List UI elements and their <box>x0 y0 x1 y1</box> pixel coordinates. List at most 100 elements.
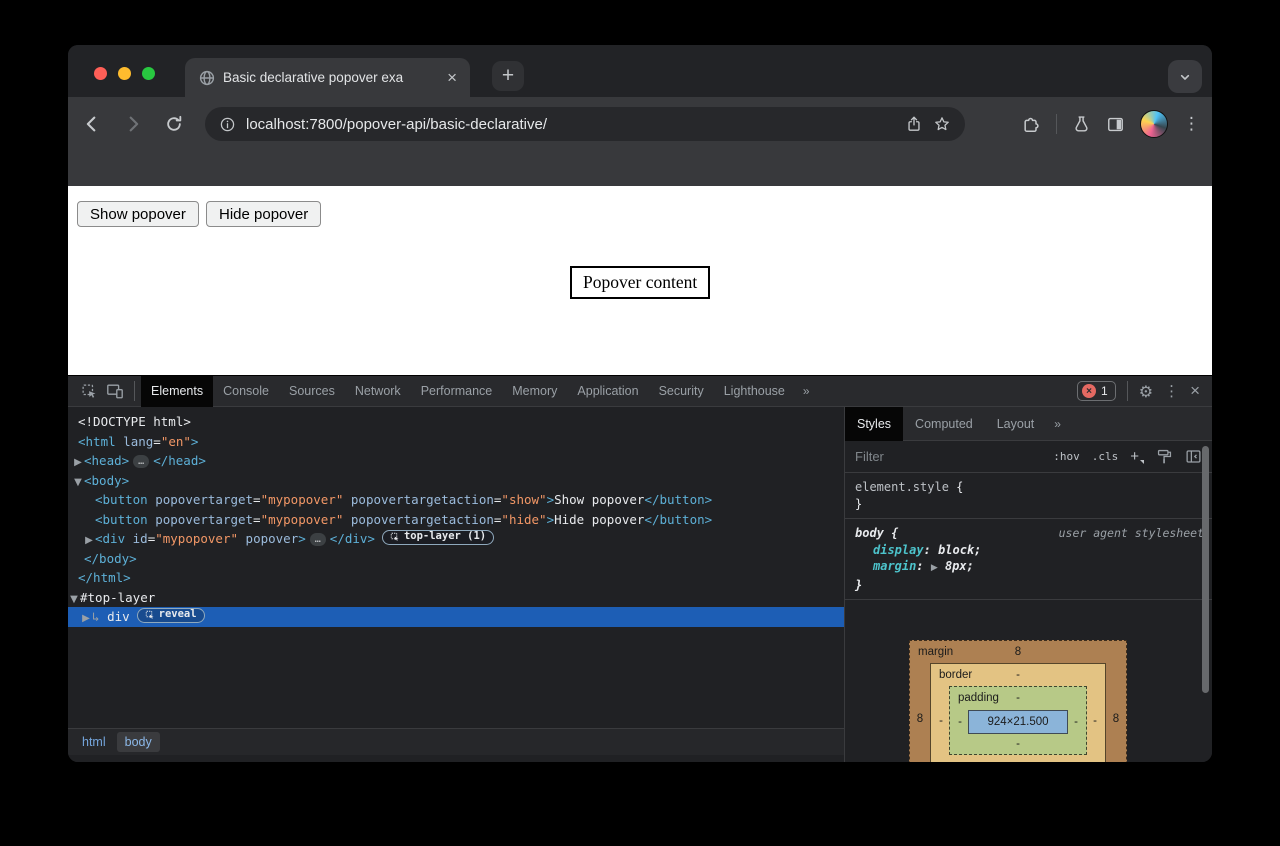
maximize-window-button[interactable] <box>142 67 155 80</box>
box-border-right-value[interactable]: - <box>1087 715 1103 727</box>
box-margin[interactable]: margin 8 8 border - - <box>909 640 1127 762</box>
breadcrumb-body[interactable]: body <box>117 732 160 752</box>
dom-tree-row[interactable]: <button popovertarget="mypopover" popove… <box>68 490 844 510</box>
show-popover-button[interactable]: Show popover <box>77 201 199 227</box>
address-bar[interactable]: localhost:7800/popover-api/basic-declara… <box>205 107 965 141</box>
devtools-tab-security[interactable]: Security <box>649 376 714 407</box>
back-button[interactable] <box>78 110 106 138</box>
box-padding[interactable]: padding - - 924×21.500 - - <box>949 686 1087 755</box>
minimize-window-button[interactable] <box>118 67 131 80</box>
adorner-badge[interactable]: top-layer (1) <box>382 530 494 545</box>
styles-filter-input[interactable]: Filter <box>855 449 1041 464</box>
styles-toolbar: Filter :hov .cls + <box>845 441 1212 473</box>
breadcrumb: htmlbody <box>68 728 844 755</box>
styles-tab-styles[interactable]: Styles <box>845 407 903 441</box>
styles-more-tabs-icon[interactable]: » <box>1046 417 1069 431</box>
toggle-class-button[interactable]: .cls <box>1092 450 1119 463</box>
box-border-label: border <box>939 669 972 681</box>
devtools-tab-console[interactable]: Console <box>213 376 279 407</box>
collapse-arrow-icon[interactable]: ▼ <box>72 473 84 493</box>
profile-avatar[interactable] <box>1140 110 1168 138</box>
devtools-tab-elements[interactable]: Elements <box>141 376 213 407</box>
rendering-brush-icon[interactable] <box>1156 448 1173 465</box>
url-text[interactable]: localhost:7800/popover-api/basic-declara… <box>246 116 895 133</box>
dom-tree-row[interactable]: </body> <box>68 549 844 569</box>
browser-menu-kebab-icon[interactable]: ⋮ <box>1183 114 1200 134</box>
devtools-tab-application[interactable]: Application <box>567 376 648 407</box>
collapse-arrow-icon[interactable]: ▼ <box>68 590 80 610</box>
box-padding-bottom-value[interactable]: - <box>950 735 1086 754</box>
devtools: ElementsConsoleSourcesNetworkPerformance… <box>68 375 1212 762</box>
box-border-left-value[interactable]: - <box>933 715 949 727</box>
ellipsis-expand-icon[interactable]: … <box>310 533 326 546</box>
breadcrumb-html[interactable]: html <box>74 732 114 752</box>
styles-tab-computed[interactable]: Computed <box>903 407 985 441</box>
dom-tree-row[interactable]: ▼#top-layer <box>68 588 844 608</box>
more-tabs-icon[interactable]: » <box>795 384 818 398</box>
box-border[interactable]: border - - padding - <box>930 663 1106 762</box>
devtools-settings-gear-icon[interactable]: ⚙ <box>1139 382 1153 401</box>
tab-search-button[interactable] <box>1168 60 1202 93</box>
inspect-element-icon[interactable] <box>76 378 102 404</box>
sidebar-toggle-icon[interactable] <box>1185 448 1202 465</box>
toolbar-right-icons: ⋮ <box>1021 110 1200 138</box>
box-padding-right-value[interactable]: - <box>1068 716 1084 728</box>
error-icon: × <box>1082 384 1096 398</box>
side-panel-icon[interactable] <box>1106 115 1125 134</box>
box-margin-right-value[interactable]: 8 <box>1106 713 1126 725</box>
expand-arrow-icon[interactable]: ▶ <box>72 453 84 473</box>
css-property[interactable]: margin: ▶ 8px; <box>855 558 1204 577</box>
experiments-flask-icon[interactable] <box>1072 115 1091 134</box>
devtools-tab-sources[interactable]: Sources <box>279 376 345 407</box>
forward-button[interactable] <box>119 110 147 138</box>
site-info-icon[interactable] <box>219 116 236 133</box>
tab-close-icon[interactable]: × <box>444 69 460 86</box>
box-padding-left-value[interactable]: - <box>952 716 968 728</box>
bookmark-star-icon[interactable] <box>933 115 951 133</box>
styles-tab-layout[interactable]: Layout <box>985 407 1047 441</box>
box-model-diagram[interactable]: margin 8 8 border - - <box>909 640 1127 762</box>
toggle-pseudo-state-button[interactable]: :hov <box>1053 450 1080 463</box>
adorner-badge[interactable]: reveal <box>137 608 205 623</box>
error-badge[interactable]: × 1 <box>1077 381 1116 401</box>
devtools-tab-lighthouse[interactable]: Lighthouse <box>714 376 795 407</box>
expand-arrow-icon[interactable]: ▶ <box>83 531 95 551</box>
dom-tree-row[interactable]: ▶<head>…</head> <box>68 451 844 471</box>
css-property[interactable]: display: block; <box>855 542 1204 559</box>
style-rule-element-style[interactable]: element.style {} <box>845 473 1212 519</box>
share-icon[interactable] <box>905 115 923 133</box>
box-margin-left-value[interactable]: 8 <box>910 713 930 725</box>
toolbar-divider <box>1056 114 1057 134</box>
close-window-button[interactable] <box>94 67 107 80</box>
globe-favicon-icon <box>199 70 215 86</box>
dom-tree-row[interactable]: ▶<div id="mypopover" popover>…</div>top-… <box>68 529 844 549</box>
devtools-bar-right: × 1 ⚙ ⋮ × <box>1077 381 1212 401</box>
reload-button[interactable] <box>160 110 188 138</box>
ellipsis-expand-icon[interactable]: … <box>133 455 149 468</box>
style-rule-body[interactable]: body {user agent stylesheetdisplay: bloc… <box>845 519 1212 600</box>
dom-tree-row[interactable]: <button popovertarget="mypopover" popove… <box>68 510 844 530</box>
chevron-down-icon <box>1177 69 1193 85</box>
dom-tree-row[interactable]: <!DOCTYPE html> <box>68 412 844 432</box>
dom-tree-row[interactable]: <html lang="en"> <box>68 432 844 452</box>
styles-pane: StylesComputedLayout » Filter :hov .cls … <box>845 407 1212 762</box>
devtools-tab-memory[interactable]: Memory <box>502 376 567 407</box>
expand-arrow-icon[interactable]: ▶ <box>80 609 92 629</box>
dom-tree-row[interactable]: ▼<body> <box>68 471 844 491</box>
box-border-bottom-value[interactable]: - <box>931 755 1105 762</box>
devtools-tab-network[interactable]: Network <box>345 376 411 407</box>
devtools-menu-kebab-icon[interactable]: ⋮ <box>1164 382 1179 400</box>
browser-tab[interactable]: Basic declarative popover exa × <box>185 58 470 97</box>
devtools-close-icon[interactable]: × <box>1190 381 1200 401</box>
styles-scrollbar[interactable] <box>1202 446 1209 693</box>
box-content[interactable]: 924×21.500 <box>968 710 1068 734</box>
device-toolbar-icon[interactable] <box>102 378 128 404</box>
dom-tree-row[interactable]: </html> <box>68 568 844 588</box>
new-tab-button[interactable]: + <box>492 61 524 91</box>
hide-popover-button[interactable]: Hide popover <box>206 201 321 227</box>
new-style-rule-button[interactable]: + <box>1130 448 1144 465</box>
extensions-icon[interactable] <box>1021 114 1041 134</box>
devtools-tab-performance[interactable]: Performance <box>411 376 503 407</box>
devtools-right-divider <box>1127 381 1128 401</box>
dom-tree-row-selected[interactable]: ▶↳ divreveal <box>68 607 844 627</box>
